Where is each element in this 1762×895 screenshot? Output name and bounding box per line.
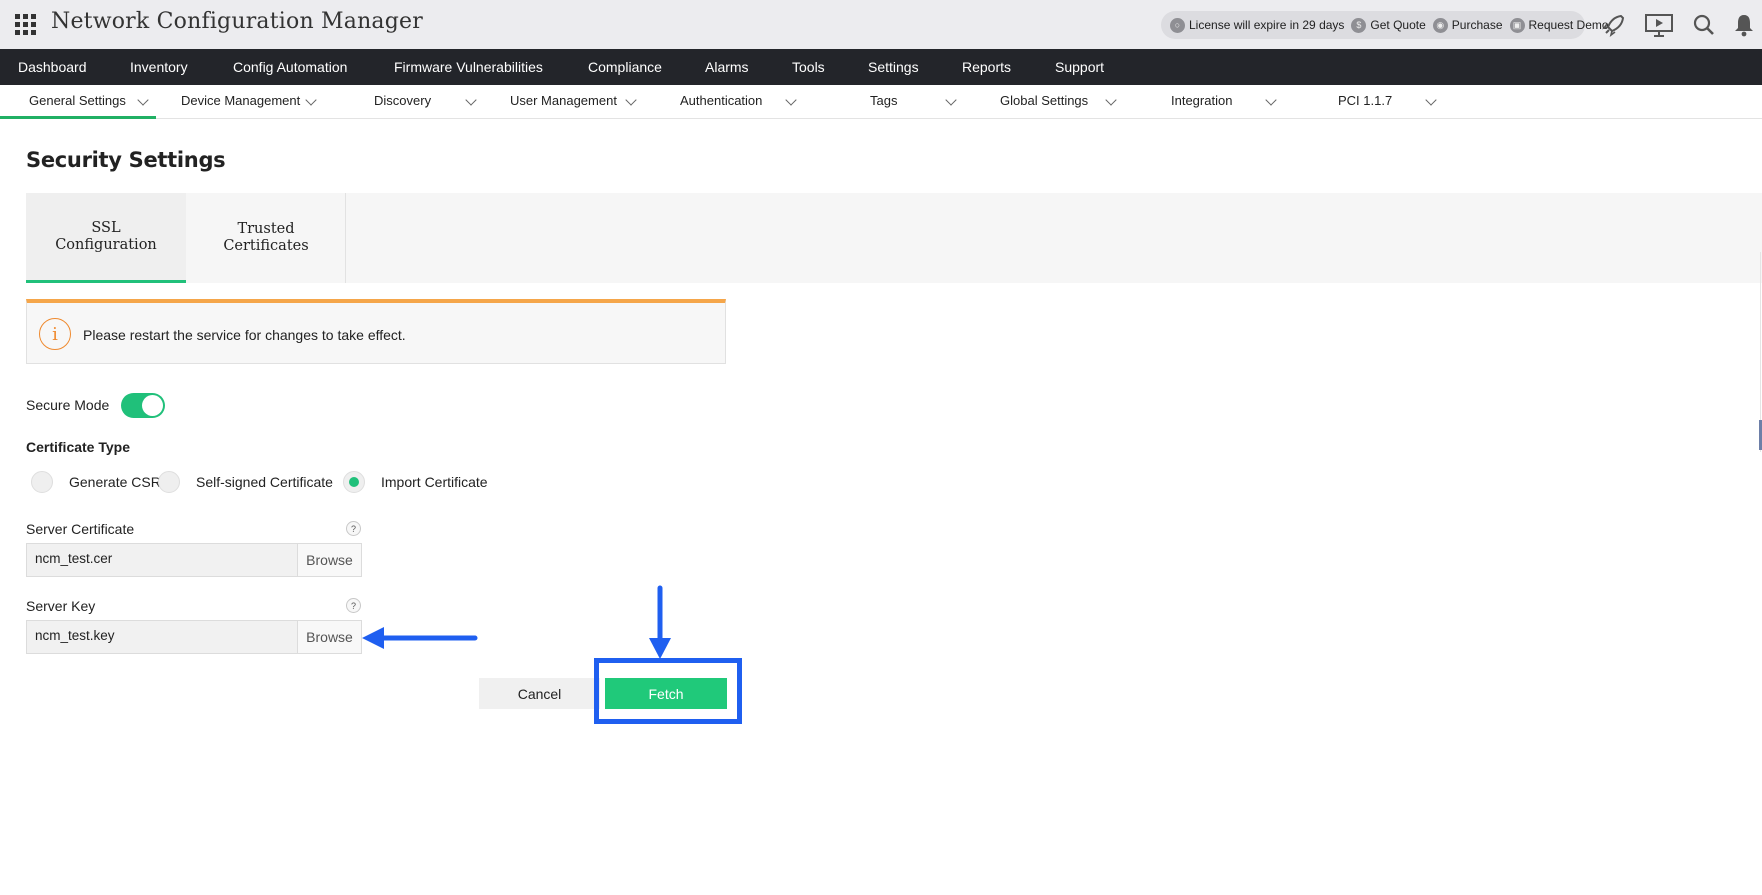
- radio-button[interactable]: [31, 471, 53, 493]
- help-icon[interactable]: ?: [346, 521, 361, 536]
- nav-support[interactable]: Support: [1055, 59, 1104, 75]
- subnav-pci[interactable]: PCI 1.1.7: [1338, 93, 1392, 108]
- radio-generate-csr[interactable]: Generate CSR: [31, 471, 161, 493]
- subnav-general-settings[interactable]: General Settings: [29, 93, 126, 108]
- chevron-down-icon[interactable]: [945, 94, 957, 106]
- server-certificate-field[interactable]: ncm_test.cer Browse: [26, 543, 362, 577]
- tab-label-line: Certificates: [223, 238, 309, 254]
- server-certificate-label: Server Certificate: [26, 521, 135, 537]
- radio-label: Self-signed Certificate: [196, 474, 333, 490]
- cart-icon: ◉: [1432, 17, 1448, 33]
- search-icon[interactable]: [1691, 12, 1717, 38]
- get-quote-link[interactable]: $ Get Quote: [1351, 17, 1426, 33]
- subnav-integration[interactable]: Integration: [1171, 93, 1232, 108]
- radio-label: Import Certificate: [381, 474, 488, 490]
- cancel-button[interactable]: Cancel: [479, 678, 600, 709]
- tab-trusted-certificates[interactable]: Trusted Certificates: [186, 193, 346, 283]
- license-text: License will expire in 29 days: [1189, 18, 1345, 32]
- radio-button-selected[interactable]: [343, 471, 365, 493]
- tab-ssl-configuration[interactable]: SSL Configuration: [26, 193, 186, 283]
- fetch-button[interactable]: Fetch: [605, 678, 727, 709]
- subnav-global-settings[interactable]: Global Settings: [1000, 93, 1088, 108]
- tab-label-line: SSL: [91, 219, 121, 236]
- radio-label: Generate CSR: [69, 474, 161, 490]
- help-icon[interactable]: ?: [346, 598, 361, 613]
- restart-alert: i Please restart the service for changes…: [26, 299, 726, 364]
- subnav-user-management[interactable]: User Management: [510, 93, 617, 108]
- info-icon: i: [39, 318, 71, 350]
- license-icon: ○: [1170, 17, 1185, 33]
- chevron-down-icon[interactable]: [137, 94, 149, 106]
- page-title: Security Settings: [26, 148, 226, 172]
- bell-icon[interactable]: [1731, 12, 1757, 38]
- apps-grid-icon[interactable]: [15, 14, 36, 35]
- secure-mode-label: Secure Mode: [26, 397, 110, 413]
- license-expiry-link[interactable]: ○ License will expire in 29 days: [1170, 17, 1345, 33]
- left-arrow-head: [362, 627, 384, 649]
- server-key-label: Server Key: [26, 598, 96, 614]
- chevron-down-icon[interactable]: [1105, 94, 1117, 106]
- tab-divider: [345, 193, 346, 283]
- sub-nav: General Settings Device Management Disco…: [0, 85, 1762, 119]
- down-arrow-head: [649, 638, 671, 659]
- chevron-down-icon[interactable]: [1265, 94, 1277, 106]
- chevron-down-icon[interactable]: [625, 94, 637, 106]
- server-certificate-browse-button[interactable]: Browse: [297, 544, 361, 576]
- nav-tools[interactable]: Tools: [792, 59, 825, 75]
- nav-reports[interactable]: Reports: [962, 59, 1011, 75]
- chevron-down-icon[interactable]: [1425, 94, 1437, 106]
- nav-alarms[interactable]: Alarms: [705, 59, 749, 75]
- top-bar: Network Configuration Manager ○ License …: [0, 0, 1762, 49]
- request-demo-label: Request Demo: [1528, 18, 1609, 32]
- rocket-icon[interactable]: [1601, 12, 1627, 38]
- tab-label-line: Trusted: [237, 221, 295, 237]
- subnav-authentication[interactable]: Authentication: [680, 93, 762, 108]
- nav-config-automation[interactable]: Config Automation: [233, 59, 347, 75]
- presentation-icon[interactable]: [1644, 12, 1674, 38]
- demo-icon: ▣: [1509, 17, 1525, 33]
- license-pill: ○ License will expire in 29 days $ Get Q…: [1161, 11, 1609, 39]
- secure-mode-toggle[interactable]: [121, 393, 165, 418]
- server-certificate-value[interactable]: ncm_test.cer: [27, 544, 297, 576]
- nav-dashboard[interactable]: Dashboard: [18, 59, 87, 75]
- get-quote-label: Get Quote: [1370, 18, 1426, 32]
- chevron-down-icon[interactable]: [785, 94, 797, 106]
- chevron-down-icon[interactable]: [465, 94, 477, 106]
- annotation-arrows: [362, 585, 671, 659]
- toggle-knob: [142, 395, 163, 416]
- main-nav: Dashboard Inventory Config Automation Fi…: [0, 49, 1762, 85]
- nav-compliance[interactable]: Compliance: [588, 59, 662, 75]
- nav-inventory[interactable]: Inventory: [130, 59, 188, 75]
- app-title: Network Configuration Manager: [51, 9, 423, 34]
- chevron-down-icon[interactable]: [305, 94, 317, 106]
- nav-firmware-vulnerabilities[interactable]: Firmware Vulnerabilities: [394, 59, 543, 75]
- alert-message: Please restart the service for changes t…: [83, 327, 406, 343]
- subnav-discovery[interactable]: Discovery: [374, 93, 431, 108]
- nav-settings[interactable]: Settings: [868, 59, 919, 75]
- server-key-browse-button[interactable]: Browse: [297, 621, 361, 653]
- request-demo-link[interactable]: ▣ Request Demo: [1509, 17, 1609, 33]
- settings-tabs: SSL Configuration Trusted Certificates: [26, 193, 1762, 283]
- server-key-value[interactable]: ncm_test.key: [27, 621, 297, 653]
- purchase-link[interactable]: ◉ Purchase: [1432, 17, 1503, 33]
- active-subnav-indicator: [0, 116, 156, 119]
- subnav-tags[interactable]: Tags: [870, 93, 897, 108]
- tab-label-line: Configuration: [55, 236, 157, 253]
- server-key-field[interactable]: ncm_test.key Browse: [26, 620, 362, 654]
- subnav-device-management[interactable]: Device Management: [181, 93, 300, 108]
- radio-self-signed[interactable]: Self-signed Certificate: [158, 471, 333, 493]
- radio-button[interactable]: [158, 471, 180, 493]
- purchase-label: Purchase: [1451, 18, 1503, 32]
- dollar-icon: $: [1351, 17, 1367, 33]
- certificate-type-label: Certificate Type: [26, 439, 130, 455]
- radio-import-certificate[interactable]: Import Certificate: [343, 471, 488, 493]
